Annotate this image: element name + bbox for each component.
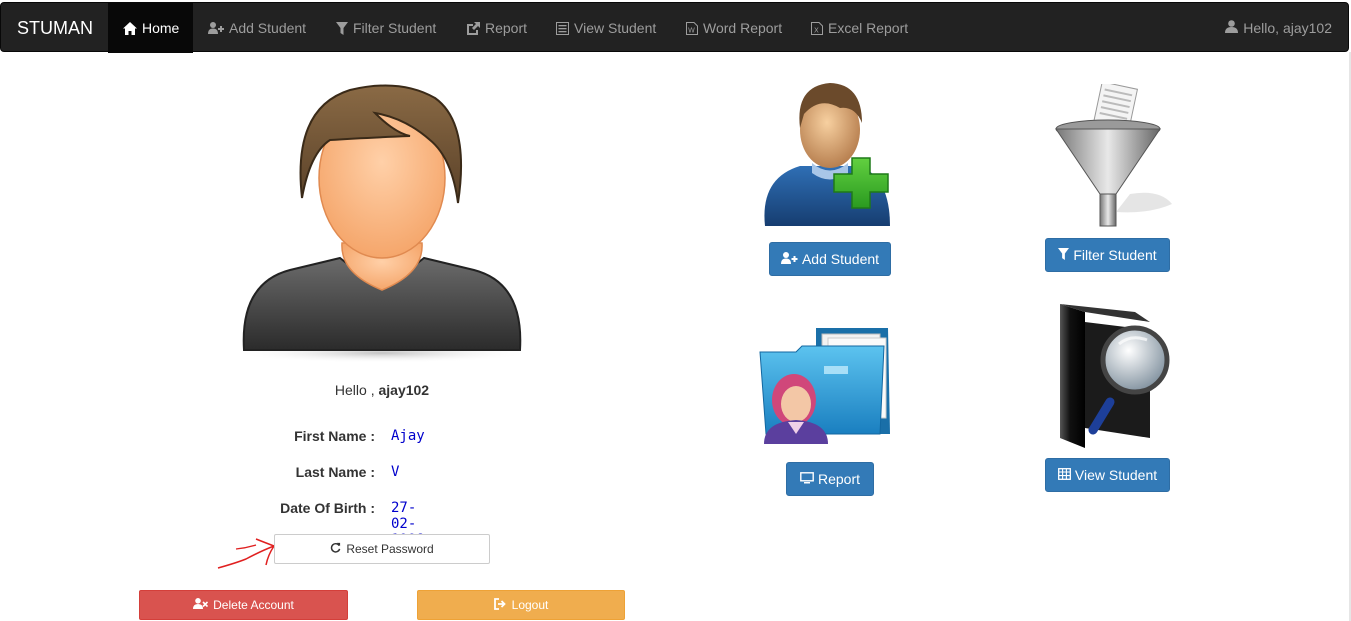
remove-user-icon <box>193 598 209 612</box>
user-icon <box>1225 3 1239 53</box>
nav-user-menu[interactable]: Hello, ajay102 <box>1225 3 1332 53</box>
reset-password-label: Reset Password <box>346 542 434 556</box>
excel-file-icon: X <box>811 21 823 35</box>
monitor-icon <box>800 471 814 487</box>
nav-report[interactable]: Report <box>451 3 542 53</box>
first-name-label: First Name : <box>294 428 375 444</box>
nav-filter-student-label: Filter Student <box>353 20 437 36</box>
nav-word-report[interactable]: W Word Report <box>671 3 797 53</box>
logout-icon <box>493 597 507 613</box>
add-student-illustration[interactable] <box>760 78 910 239</box>
first-name-value: Ajay <box>391 428 425 444</box>
filter-student-button[interactable]: Filter Student <box>1045 238 1170 272</box>
svg-text:W: W <box>688 26 695 34</box>
nav-filter-student[interactable]: Filter Student <box>321 3 451 53</box>
home-icon <box>123 21 137 35</box>
add-student-button[interactable]: Add Student <box>769 242 891 276</box>
view-student-button-label: View Student <box>1074 467 1158 483</box>
svg-text:X: X <box>814 26 819 34</box>
nav-add-student[interactable]: Add Student <box>193 3 321 53</box>
last-name-value: V <box>391 464 400 480</box>
list-icon <box>556 21 569 35</box>
table-icon <box>1057 467 1071 483</box>
logout-button[interactable]: Logout <box>417 590 625 620</box>
logout-label: Logout <box>511 598 549 612</box>
nav-word-report-label: Word Report <box>703 20 783 36</box>
profile-username: ajay102 <box>378 382 430 398</box>
report-button-label: Report <box>817 471 861 487</box>
filter-student-button-label: Filter Student <box>1073 247 1157 263</box>
report-illustration[interactable] <box>756 322 896 451</box>
dob-label: Date Of Birth : <box>280 500 375 516</box>
share-icon <box>466 21 480 35</box>
view-student-illustration[interactable] <box>1055 300 1180 453</box>
filter-icon <box>1058 247 1070 263</box>
delete-account-label: Delete Account <box>213 598 294 612</box>
greeting-prefix: Hello , <box>334 382 375 398</box>
nav-home[interactable]: Home <box>108 3 193 53</box>
last-name-label: Last Name : <box>295 464 375 480</box>
red-arrow-annotation <box>216 535 278 574</box>
word-file-icon: W <box>686 21 698 35</box>
report-button[interactable]: Report <box>786 462 874 496</box>
brand-logo[interactable]: STUMAN <box>17 3 93 53</box>
profile-greeting: Hello , ajay102 <box>232 382 532 398</box>
top-navbar: STUMAN Home Add Student Filter Student R… <box>0 2 1349 53</box>
nav-view-student-label: View Student <box>574 20 657 36</box>
delete-account-button[interactable]: Delete Account <box>139 590 348 620</box>
add-user-icon <box>780 251 798 267</box>
nav-report-label: Report <box>485 20 528 36</box>
nav-home-label: Home <box>142 20 180 36</box>
nav-view-student[interactable]: View Student <box>541 3 671 53</box>
filter-icon <box>336 21 348 35</box>
refresh-icon <box>330 542 341 556</box>
nav-excel-report[interactable]: X Excel Report <box>796 3 923 53</box>
add-user-icon <box>208 22 224 34</box>
view-student-button[interactable]: View Student <box>1045 458 1170 492</box>
nav-add-student-label: Add Student <box>229 20 307 36</box>
reset-password-button[interactable]: Reset Password <box>274 534 490 564</box>
nav-user-greeting: Hello, ajay102 <box>1243 20 1332 36</box>
avatar <box>230 78 535 366</box>
filter-student-illustration[interactable] <box>1050 81 1175 233</box>
nav-excel-report-label: Excel Report <box>828 20 909 36</box>
add-student-button-label: Add Student <box>801 251 880 267</box>
